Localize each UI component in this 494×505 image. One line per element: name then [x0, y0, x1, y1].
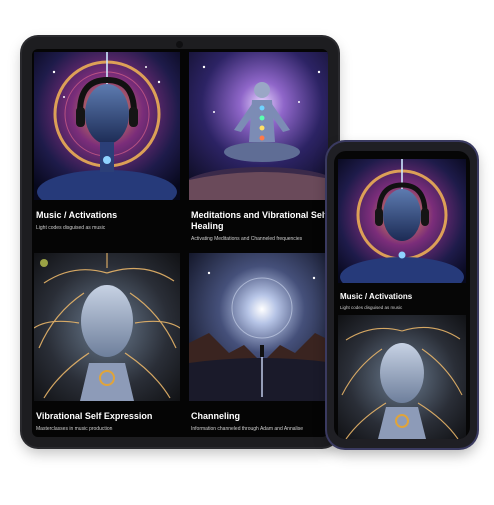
- device-mockup: Music / Activations Light codes disguise…: [0, 0, 494, 505]
- tablet-device: Music / Activations Light codes disguise…: [22, 37, 338, 447]
- tablet-screen: Music / Activations Light codes disguise…: [32, 49, 328, 437]
- card-image-nerve-face[interactable]: [34, 253, 180, 401]
- phone-device: Music / Activations Light codes disguise…: [327, 142, 477, 448]
- card-image-cosmic-portal[interactable]: [189, 253, 328, 401]
- card-image-headphones[interactable]: [34, 52, 180, 200]
- card-subtitle: Masterclasses in music production: [36, 426, 113, 432]
- card-title[interactable]: Music / Activations: [36, 210, 180, 221]
- card-image-meditation[interactable]: [189, 52, 328, 200]
- card-title[interactable]: Channeling: [191, 411, 328, 422]
- phone-card-image-nerve-face[interactable]: [338, 315, 466, 439]
- phone-card-subtitle: Light codes disguised as music: [340, 305, 403, 310]
- tablet-camera: [176, 41, 183, 48]
- card-subtitle: Information channeled through Adam and A…: [191, 426, 304, 432]
- phone-screen: Music / Activations Light codes disguise…: [334, 151, 470, 439]
- phone-card-title[interactable]: Music / Activations: [340, 291, 470, 302]
- card-title[interactable]: Vibrational Self Expression: [36, 411, 180, 422]
- card-subtitle: Light codes disguised as music: [36, 225, 106, 231]
- phone-card-image-headphones[interactable]: [338, 159, 466, 283]
- card-subtitle: Activating Meditations and Channeled fre…: [191, 236, 303, 242]
- card-title[interactable]: Meditations and Vibrational Self Healing: [191, 210, 328, 232]
